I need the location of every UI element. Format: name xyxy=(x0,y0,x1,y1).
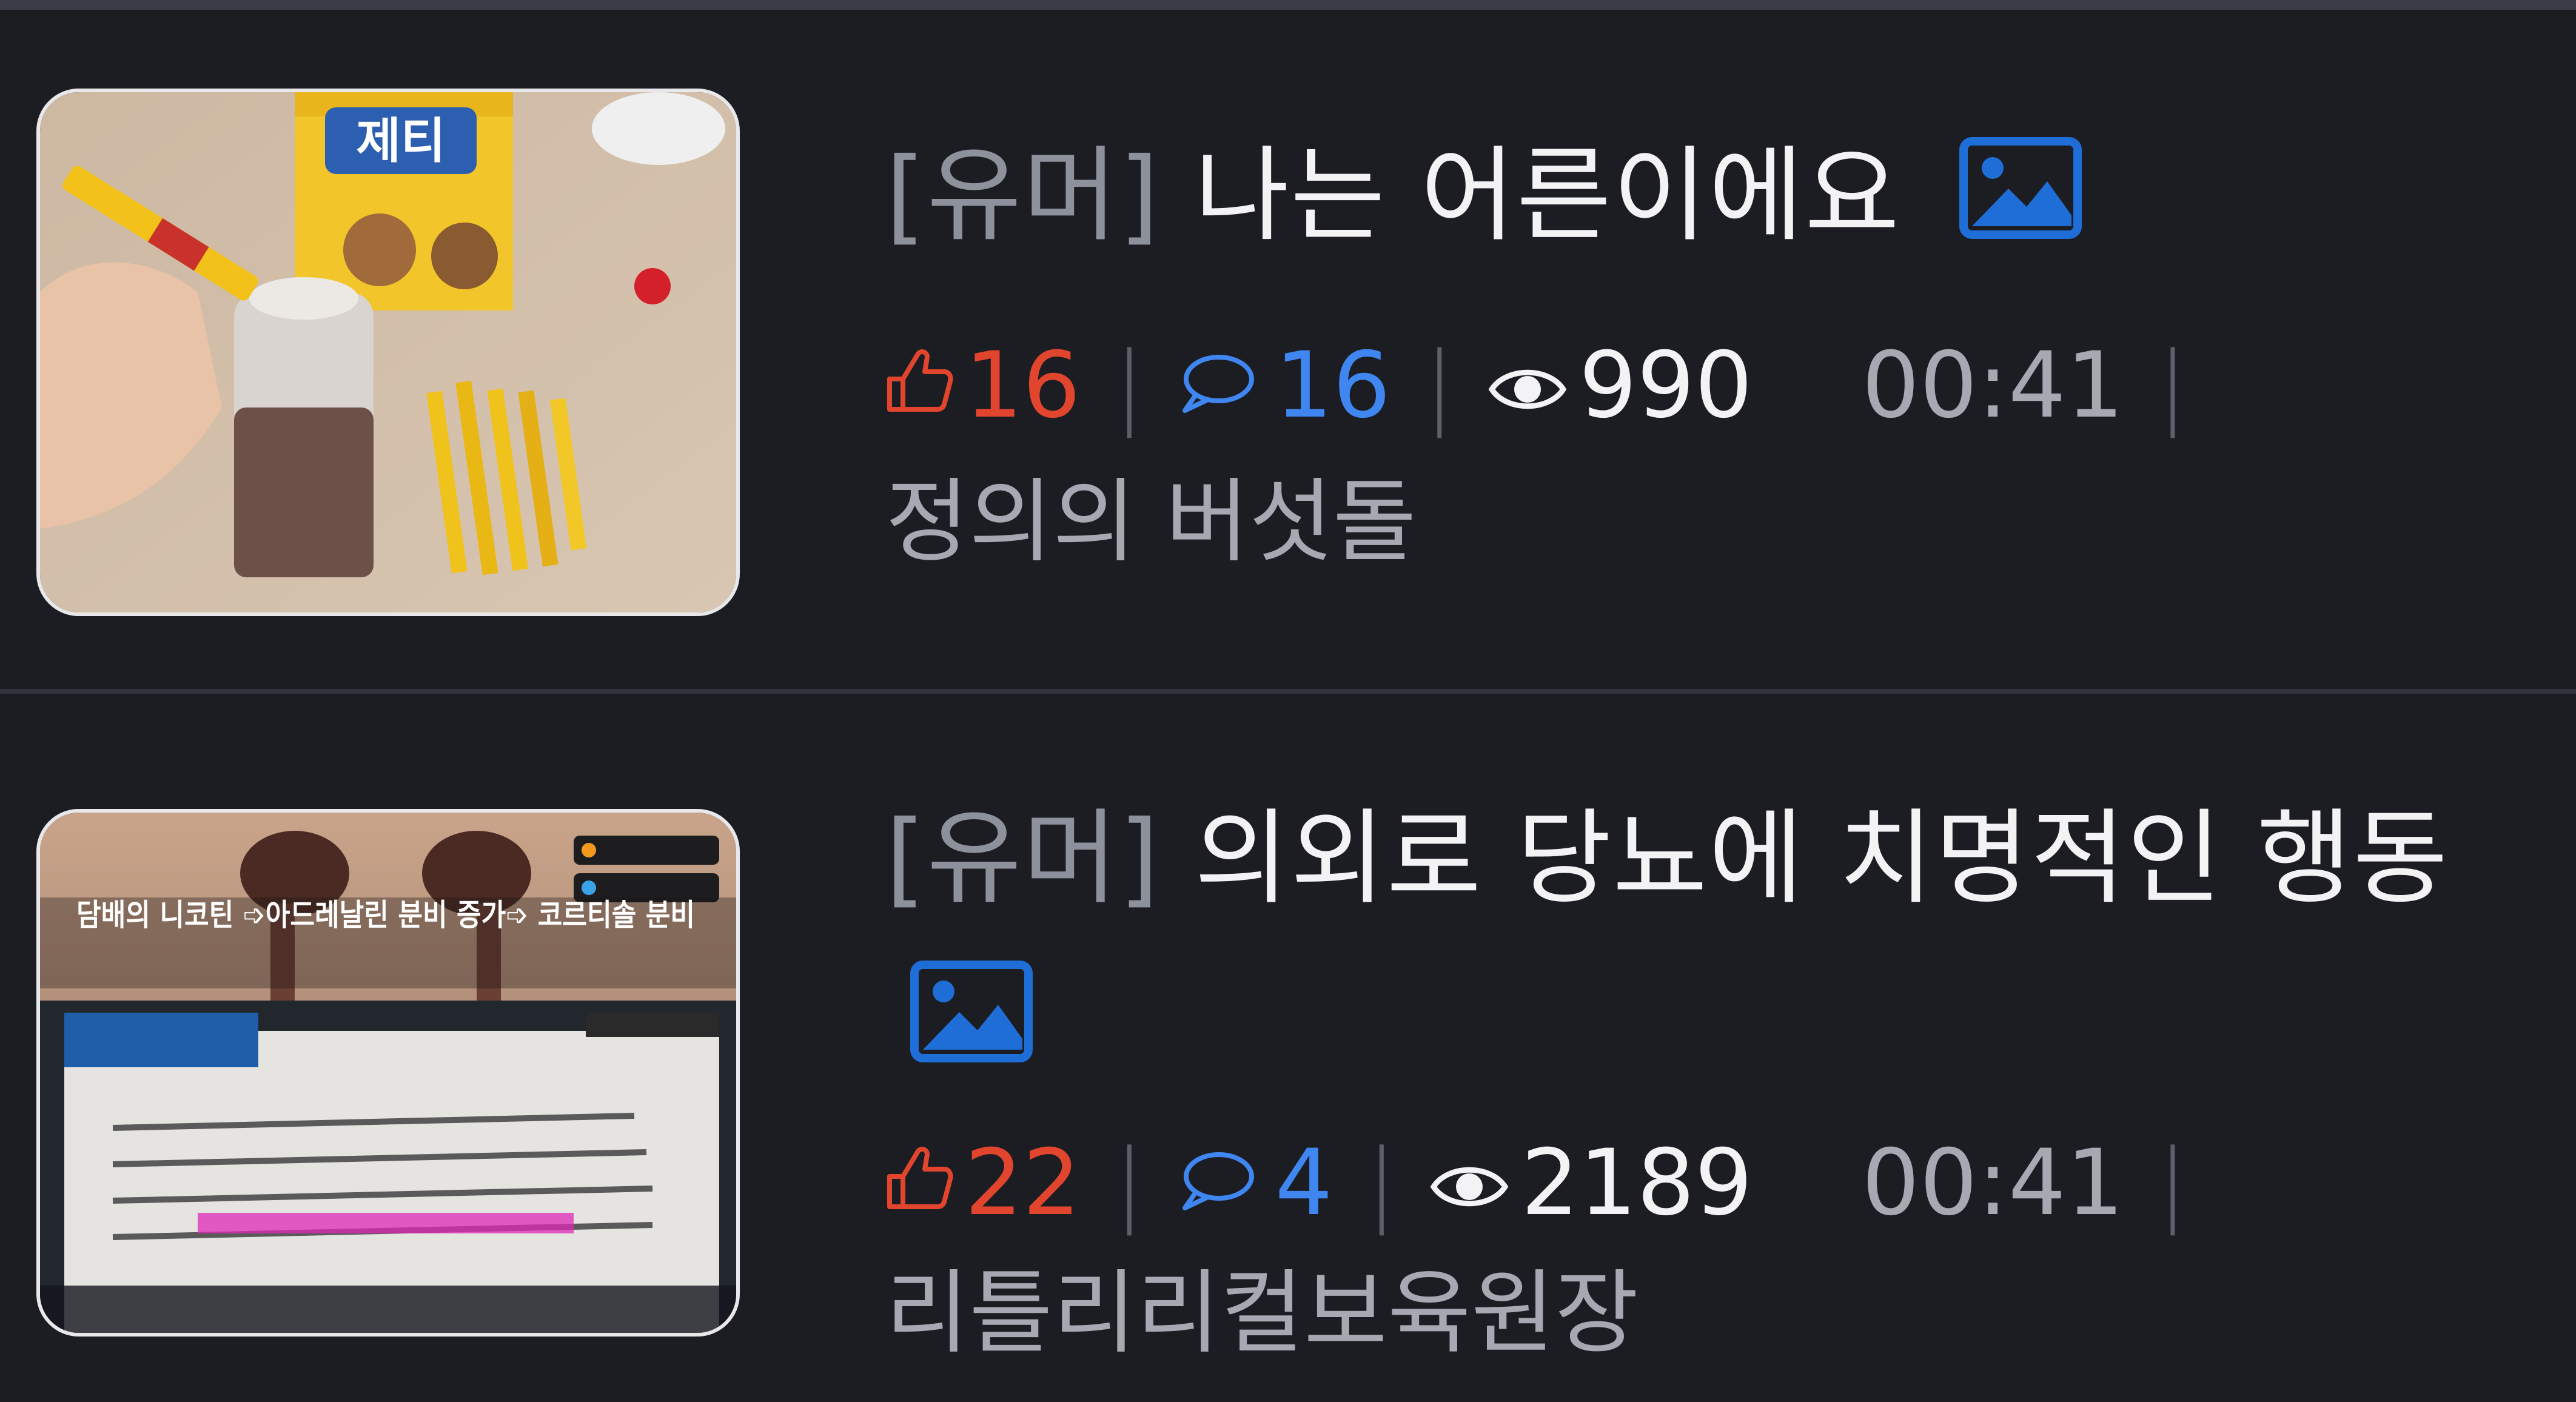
separator: | xyxy=(1113,333,1145,438)
post-meta: 16 | 16 | 990 00:41 | xyxy=(882,325,2221,446)
product-logo-text: 제티 xyxy=(356,113,445,169)
top-border xyxy=(0,0,2576,10)
post-title-text: 나는 어른이에요 xyxy=(1194,136,1901,256)
image-icon xyxy=(1959,124,2082,285)
separator: | xyxy=(1366,1130,1397,1236)
separator: | xyxy=(2157,333,2188,438)
separator: | xyxy=(2157,1130,2188,1236)
post-author[interactable]: 정의의 버섯돌 xyxy=(885,461,1417,583)
post-title[interactable]: [유머] 의외로 당뇨에 치명적인 행동 xyxy=(885,779,2523,1109)
separator: | xyxy=(1113,1130,1145,1236)
thumbs-up-icon xyxy=(882,333,955,438)
like-count: 16 xyxy=(965,333,1081,438)
post-time: 00:41 xyxy=(1862,1130,2124,1236)
post-meta: 22 | 4 | 2189 00:41 | xyxy=(882,1122,2221,1244)
view-count: 2189 xyxy=(1521,1130,1753,1236)
post-item[interactable]: 제티 [유머] 나는 어른이에요 16 | 16 | 990 00:41 | 정… xyxy=(0,10,2576,689)
post-item[interactable]: 담배의 니코틴 ➩아드레날린 분비 증가➩ 코르티솔 분비 [유머] 의외로 당… xyxy=(0,694,2576,1402)
separator: | xyxy=(1424,333,1455,438)
post-thumbnail[interactable]: 담배의 니코틴 ➩아드레날린 분비 증가➩ 코르티솔 분비 xyxy=(36,809,740,1337)
comment-count: 4 xyxy=(1275,1130,1333,1236)
eye-icon xyxy=(1488,333,1567,438)
like-count: 22 xyxy=(965,1130,1081,1236)
post-list: 제티 [유머] 나는 어른이에요 16 | 16 | 990 00:41 | 정… xyxy=(0,0,2576,1402)
thumbnail-headline: 담배의 니코틴 ➩아드레날린 분비 증가➩ 코르티솔 분비 xyxy=(76,897,695,933)
comment-icon xyxy=(1178,333,1256,438)
post-title[interactable]: [유머] 나는 어른이에요 xyxy=(885,116,2523,285)
comment-count: 16 xyxy=(1275,333,1391,438)
post-divider xyxy=(0,689,2576,694)
post-category: [유머] xyxy=(885,799,1161,919)
view-count: 990 xyxy=(1578,333,1753,438)
post-author[interactable]: 리틀리리컬보육원장 xyxy=(885,1253,1639,1374)
image-icon xyxy=(910,948,1033,1109)
thumbnail-image: 담배의 니코틴 ➩아드레날린 분비 증가➩ 코르티솔 분비 xyxy=(40,813,736,1333)
thumbnail-image: 제티 xyxy=(40,92,736,612)
comment-icon xyxy=(1178,1130,1256,1236)
post-thumbnail[interactable]: 제티 xyxy=(36,89,740,616)
eye-icon xyxy=(1430,1130,1509,1236)
post-category: [유머] xyxy=(885,136,1161,256)
thumbs-up-icon xyxy=(882,1130,955,1236)
post-title-text: 의외로 당뇨에 치명적인 행동 xyxy=(1194,799,2449,919)
post-time: 00:41 xyxy=(1862,333,2124,438)
